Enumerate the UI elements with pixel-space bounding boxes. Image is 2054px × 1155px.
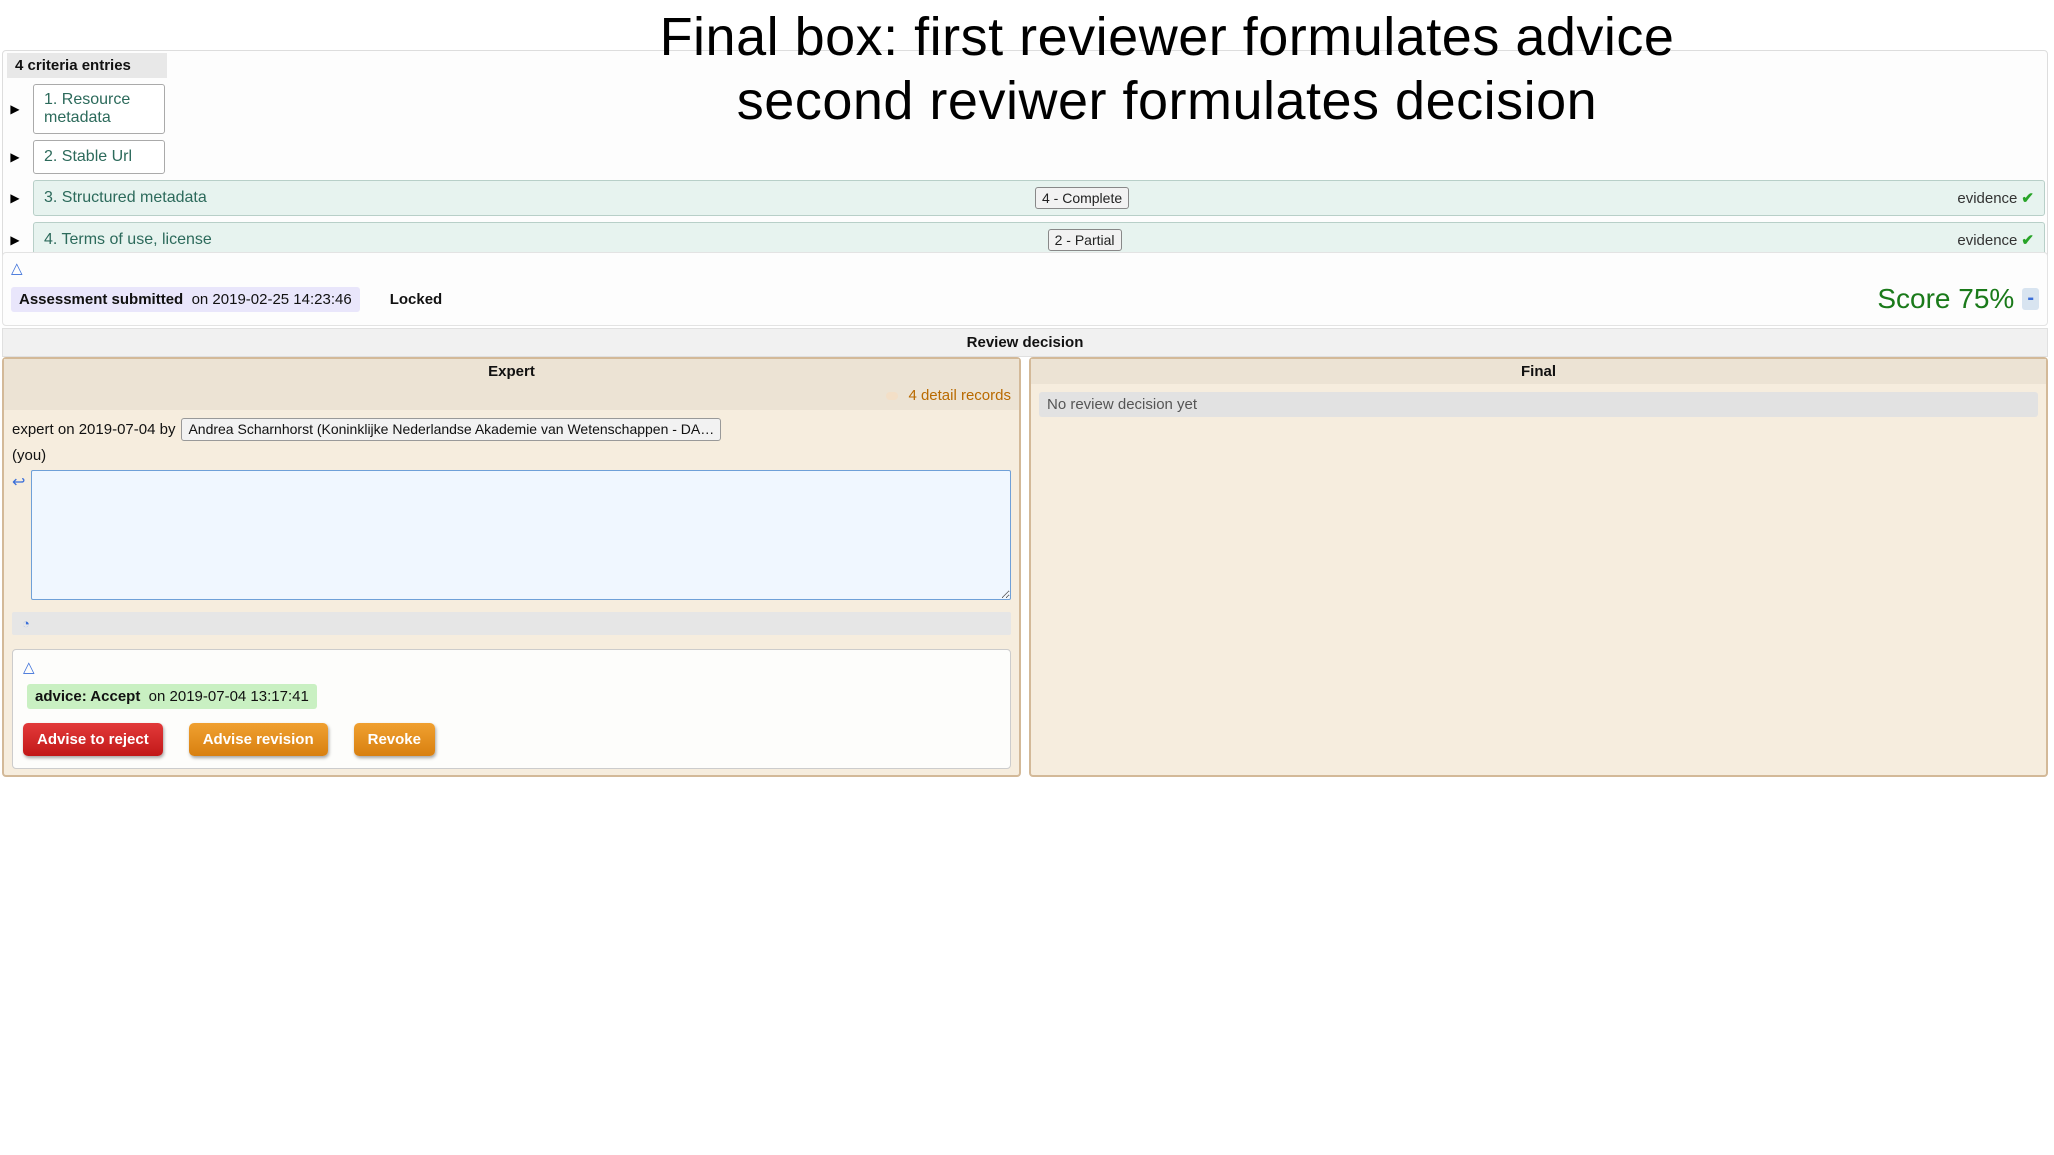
expand-icon[interactable]: ▶ xyxy=(5,150,25,164)
score-collapse-icon[interactable]: - xyxy=(2022,288,2039,310)
expert-detail-row: 4 detail records xyxy=(4,384,1019,410)
trash-icon[interactable] xyxy=(886,392,898,400)
spinner-icon: ◔ xyxy=(22,616,30,631)
progress-bar: ◔ xyxy=(12,612,1011,635)
expand-icon[interactable]: ▶ xyxy=(5,102,25,116)
reviewer-chip[interactable]: Andrea Scharnhorst (Koninklijke Nederlan… xyxy=(181,418,721,441)
recycle-icon[interactable]: △ xyxy=(23,659,35,676)
criteria-score: 4 - Complete xyxy=(1035,187,1129,209)
review-decision-header: Review decision xyxy=(2,328,2048,357)
criteria-item[interactable]: 1. Resource metadata xyxy=(33,84,165,134)
score-display: Score 75% - xyxy=(1877,283,2039,315)
review-panels: Expert 4 detail records expert on 2019-0… xyxy=(2,357,2048,777)
criteria-label: 2. Stable Url xyxy=(44,148,132,166)
advice-status-chip: advice: Accept on 2019-07-04 13:17:41 xyxy=(27,684,317,709)
locked-label: Locked xyxy=(390,291,443,308)
expert-panel: Expert 4 detail records expert on 2019-0… xyxy=(2,357,1021,777)
final-panel: Final No review decision yet xyxy=(1029,357,2048,777)
criteria-label: 3. Structured metadata xyxy=(44,189,207,207)
criteria-count-header: 4 criteria entries xyxy=(7,53,167,78)
revoke-button[interactable]: Revoke xyxy=(354,723,435,756)
expand-icon[interactable]: ▶ xyxy=(5,233,25,247)
criteria-row: ▶ 2. Stable Url xyxy=(5,140,2045,174)
expand-icon[interactable]: ▶ xyxy=(5,191,25,205)
expert-byline: expert on 2019-07-04 by Andrea Scharnhor… xyxy=(12,418,1011,441)
advise-revision-button[interactable]: Advise revision xyxy=(189,723,328,756)
criteria-label: 1. Resource metadata xyxy=(44,91,154,127)
evidence-indicator: evidence✔ xyxy=(1957,231,2034,249)
criteria-row: ▶ 3. Structured metadata 4 - Complete ev… xyxy=(5,180,2045,216)
assessment-status-panel: △ Assessment submitted on 2019-02-25 14:… xyxy=(2,252,2048,326)
no-decision-chip: No review decision yet xyxy=(1039,392,2038,417)
evidence-indicator: evidence✔ xyxy=(1957,189,2034,207)
recycle-icon[interactable]: △ xyxy=(11,260,23,277)
annotation-title: Final box: first reviewer formulates adv… xyxy=(300,6,2034,133)
you-label: (you) xyxy=(12,447,1011,464)
criteria-score: 2 - Partial xyxy=(1048,229,1122,251)
final-panel-title: Final xyxy=(1031,359,2046,384)
advice-box: △ advice: Accept on 2019-07-04 13:17:41 … xyxy=(12,649,1011,769)
criteria-label: 4. Terms of use, license xyxy=(44,231,212,249)
criteria-item[interactable]: 3. Structured metadata 4 - Complete evid… xyxy=(33,180,2045,216)
expert-comment-input[interactable] xyxy=(31,470,1011,600)
advise-reject-button[interactable]: Advise to reject xyxy=(23,723,163,756)
assessment-submitted-chip: Assessment submitted on 2019-02-25 14:23… xyxy=(11,287,360,312)
expert-panel-title: Expert xyxy=(4,359,1019,384)
criteria-item[interactable]: 2. Stable Url xyxy=(33,140,165,174)
enter-icon[interactable]: ↩ xyxy=(12,472,25,492)
detail-records-link[interactable]: 4 detail records xyxy=(908,387,1011,404)
